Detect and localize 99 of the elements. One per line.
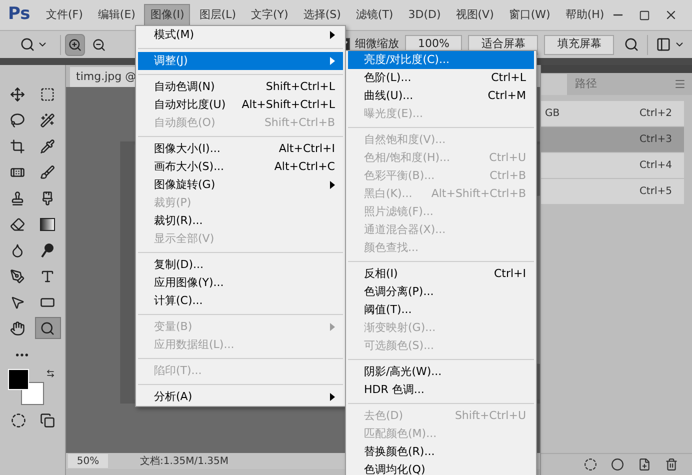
new-channel-icon[interactable] xyxy=(638,458,651,471)
zoom-level: 50% xyxy=(68,454,108,468)
menu-item[interactable]: 裁切(R)... xyxy=(138,212,343,230)
history-brush-icon xyxy=(40,190,55,206)
channel-name: GB xyxy=(545,107,560,121)
gradient-icon xyxy=(40,218,55,230)
menu-item[interactable]: 复制(D)... xyxy=(138,256,343,274)
channel-row[interactable]: Ctrl+3 xyxy=(541,127,684,152)
workspace-icon[interactable] xyxy=(656,37,672,52)
submenu-arrow-icon xyxy=(330,323,335,331)
menu-item[interactable]: 亮度/对比度(C)... xyxy=(348,51,534,69)
stamp-icon xyxy=(10,190,25,206)
close-icon[interactable] xyxy=(664,8,678,22)
swap-colors-icon[interactable] xyxy=(46,369,55,378)
menu-bar-item[interactable]: 3D(D) xyxy=(402,4,447,26)
channel-shortcut: Ctrl+4 xyxy=(639,159,672,173)
shortcut-label: Alt+Ctrl+I xyxy=(278,140,335,157)
load-selection-icon[interactable] xyxy=(584,458,597,471)
menu-item[interactable]: 分析(A) xyxy=(138,388,343,406)
brush-icon xyxy=(40,164,55,180)
menu-item[interactable]: 曲线(U)... Ctrl+M xyxy=(348,87,534,105)
menu-item[interactable]: HDR 色调... xyxy=(348,381,534,399)
channel-row[interactable]: Ctrl+5 xyxy=(541,179,684,204)
shortcut-label: Ctrl+U xyxy=(488,150,526,166)
drop-icon xyxy=(10,242,25,258)
submenu-arrow-icon xyxy=(330,393,335,401)
quick-mask-icon[interactable] xyxy=(10,413,26,428)
tool-button[interactable] xyxy=(34,317,60,339)
crop-icon xyxy=(10,138,25,154)
search-icon[interactable] xyxy=(624,37,640,52)
color-swatches-drawing[interactable] xyxy=(8,369,44,405)
menu-bar-item[interactable]: 视图(V) xyxy=(450,4,500,26)
menu-icon[interactable] xyxy=(674,78,686,90)
menu-bar-item[interactable]: 滤镜(T) xyxy=(350,4,400,26)
document-size: 文档:1.35M/1.35M xyxy=(140,454,229,468)
shortcut-label: Shift+Ctrl+U xyxy=(454,408,526,424)
shortcut-label: Ctrl+I xyxy=(492,266,526,282)
channel-shortcut: Ctrl+5 xyxy=(639,185,672,199)
menu-item[interactable]: 图像大小(I)... Alt+Ctrl+I xyxy=(138,140,343,158)
submenu-arrow-icon xyxy=(330,31,335,39)
menu-item[interactable]: 计算(C)... xyxy=(138,292,343,310)
menu-bar-item[interactable]: 文字(Y) xyxy=(245,4,294,26)
menu-bar-item[interactable]: 窗口(W) xyxy=(502,4,556,26)
channel-row[interactable]: GB Ctrl+2 xyxy=(541,101,684,126)
shortcut-label: Ctrl+L xyxy=(490,70,526,86)
menu-item[interactable]: 反相(I) Ctrl+I xyxy=(348,265,534,283)
app-logo: Ps xyxy=(8,3,32,26)
menu-bar-item[interactable]: 编辑(E) xyxy=(92,4,142,26)
menu-item[interactable]: 色调分离(P)... xyxy=(348,283,534,301)
eraser-icon xyxy=(10,216,25,232)
maximize-icon[interactable] xyxy=(639,10,650,20)
screen-mode-icon[interactable] xyxy=(40,413,54,428)
menu-item[interactable]: 阈值(T)... xyxy=(348,301,534,319)
pen-icon xyxy=(10,268,25,284)
menu-item[interactable]: 色调均化(Q) xyxy=(348,461,534,475)
channel-shortcut: Ctrl+3 xyxy=(639,133,672,147)
type-icon xyxy=(40,268,55,284)
shortcut-label: Ctrl+B xyxy=(488,168,526,184)
checkbox-label: 细微缩放 xyxy=(355,36,399,52)
hand-icon xyxy=(10,320,25,336)
menu-bar-item[interactable]: 图像(I) xyxy=(144,4,190,26)
shortcut-label: Shift+Ctrl+L xyxy=(264,78,335,95)
menu-item[interactable]: 替换颜色(R)... xyxy=(348,443,534,461)
menu-item[interactable]: 图像旋转(G) xyxy=(138,176,343,194)
arrow-pointer-icon xyxy=(10,294,25,310)
menu-item[interactable]: 画布大小(S)... Alt+Ctrl+C xyxy=(138,158,343,176)
zoom-icon xyxy=(40,320,55,336)
move-icon xyxy=(10,86,25,102)
zoom-in-button[interactable] xyxy=(65,34,85,56)
menu-item[interactable]: 应用图像(Y)... xyxy=(138,274,343,292)
menu-bar-item[interactable]: 文件(F) xyxy=(40,4,89,26)
menu-item[interactable]: 色阶(L)... Ctrl+L xyxy=(348,69,534,87)
menu-item[interactable]: 自动对比度(U) Alt+Shift+Ctrl+L xyxy=(138,96,343,114)
lasso-icon xyxy=(10,112,25,128)
channel-row[interactable]: Ctrl+4 xyxy=(541,153,684,178)
menu-item[interactable]: 阴影/高光(W)... xyxy=(348,363,534,381)
eyedropper-icon xyxy=(40,138,55,154)
menu-bar-item[interactable]: 图层(L) xyxy=(193,4,242,26)
zoom-out-icon xyxy=(92,38,106,52)
submenu-arrow-icon xyxy=(330,181,335,189)
submenu-arrow-icon xyxy=(330,57,335,65)
menu-item[interactable]: 调整(J) xyxy=(138,52,343,70)
shortcut-label: Alt+Shift+Ctrl+B xyxy=(430,186,526,202)
channel-shortcut: Ctrl+2 xyxy=(639,107,672,121)
option-button[interactable]: 填充屏幕 xyxy=(544,34,614,54)
menu-bar-item[interactable]: 选择(S) xyxy=(297,4,347,26)
menu-item[interactable]: 模式(M) xyxy=(138,26,343,44)
zoom-icon[interactable] xyxy=(20,37,35,52)
dodge-icon xyxy=(41,242,54,258)
marquee-icon xyxy=(40,86,55,102)
shortcut-label: Alt+Ctrl+C xyxy=(273,158,335,175)
shortcut-label: Ctrl+M xyxy=(486,88,526,104)
shortcut-label: Shift+Ctrl+B xyxy=(263,114,335,131)
mask-icon[interactable] xyxy=(611,458,624,471)
shortcut-label: Alt+Shift+Ctrl+L xyxy=(240,96,335,113)
menu-bar-item[interactable]: 帮助(H) xyxy=(559,4,610,26)
magic-wand-icon xyxy=(40,112,55,128)
trash-icon[interactable] xyxy=(665,458,678,471)
zoom-in-icon xyxy=(68,38,82,52)
